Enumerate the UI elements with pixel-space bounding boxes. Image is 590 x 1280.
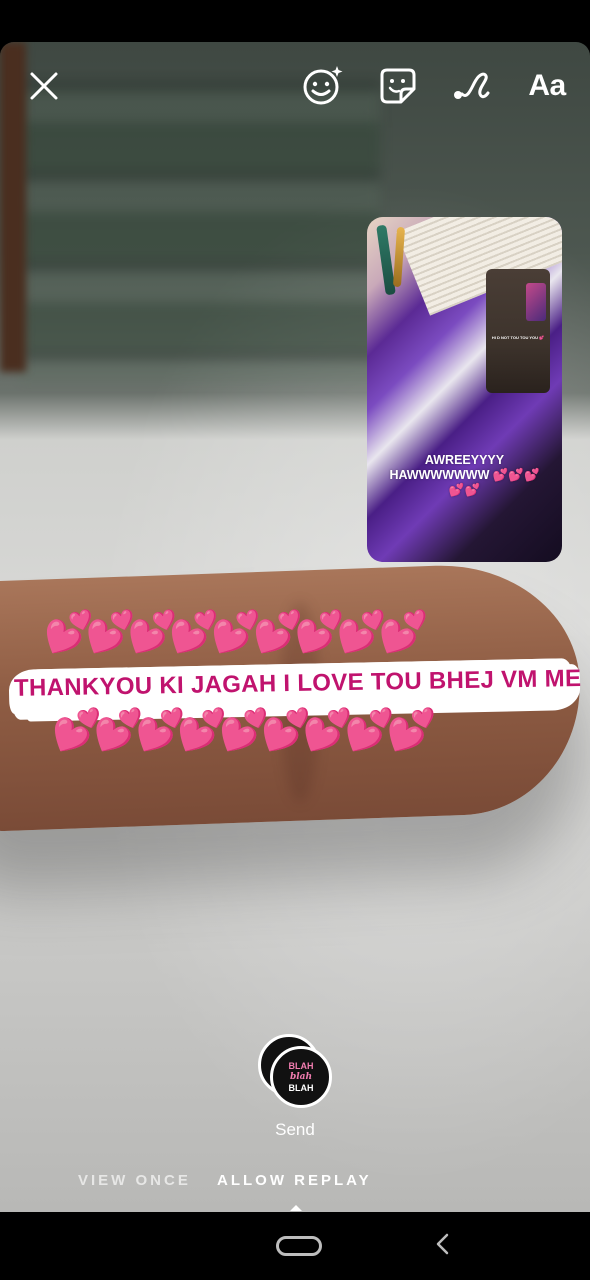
thumbnail-caption-line2: HAWWWWWWW 💕💕💕 — [389, 468, 540, 482]
selected-option-indicator — [290, 1205, 302, 1211]
replay-options: VIEW ONCE ALLOW REPLAY — [0, 1172, 590, 1196]
home-button[interactable] — [276, 1236, 322, 1256]
hearts-row-top: 💕💕💕💕💕💕💕💕💕 — [44, 610, 428, 654]
navigation-bar — [0, 1212, 590, 1280]
avatar-text-line1: BLAH — [288, 1060, 314, 1071]
status-bar — [0, 0, 590, 42]
text-tool-button[interactable]: Aa — [520, 64, 574, 108]
hearts-row-bottom: 💕💕💕💕💕💕💕💕💕 — [52, 708, 436, 752]
nested-story-image — [526, 283, 546, 321]
text-sticker[interactable]: 💕💕💕💕💕💕💕💕💕 THANKYOU KI JAGAH I LOVE TOU B… — [0, 612, 590, 772]
sticker-icon[interactable] — [376, 64, 420, 108]
send-button[interactable]: BLAH blah BLAH — [254, 1034, 336, 1116]
face-effects-icon[interactable] — [300, 62, 346, 108]
thumbnail-caption-line3: 💕💕 — [448, 483, 481, 497]
view-once-option[interactable]: VIEW ONCE — [78, 1172, 191, 1189]
shared-story-thumbnail[interactable]: HI D NOT TOU TOU YOU 💕 AWREEYYYY HAWWWWW… — [367, 217, 562, 562]
text-tool-label: Aa — [528, 69, 566, 102]
draw-icon[interactable] — [450, 64, 494, 108]
avatar-text-line3: BLAH — [288, 1082, 314, 1093]
back-icon[interactable] — [432, 1232, 456, 1256]
background-shelf — [20, 82, 380, 382]
nested-story-thumbnail: HI D NOT TOU TOU YOU 💕 — [486, 269, 550, 393]
close-icon[interactable] — [22, 64, 66, 108]
thumbnail-pencil — [392, 226, 406, 288]
send-label[interactable]: Send — [245, 1120, 345, 1140]
thumbnail-caption: AWREEYYYY HAWWWWWWW 💕💕💕 💕💕 — [367, 453, 562, 498]
recipient-avatar: BLAH blah BLAH — [270, 1046, 332, 1108]
allow-replay-option[interactable]: ALLOW REPLAY — [217, 1172, 372, 1189]
nested-story-caption: HI D NOT TOU TOU YOU 💕 — [491, 335, 545, 340]
avatar-text-line2: blah — [289, 1071, 313, 1082]
story-editor-screen: Aa HI D NOT TOU TOU YOU 💕 AWREEYYYY HAWW… — [0, 0, 590, 1280]
thumbnail-caption-line1: AWREEYYYY — [424, 453, 505, 467]
